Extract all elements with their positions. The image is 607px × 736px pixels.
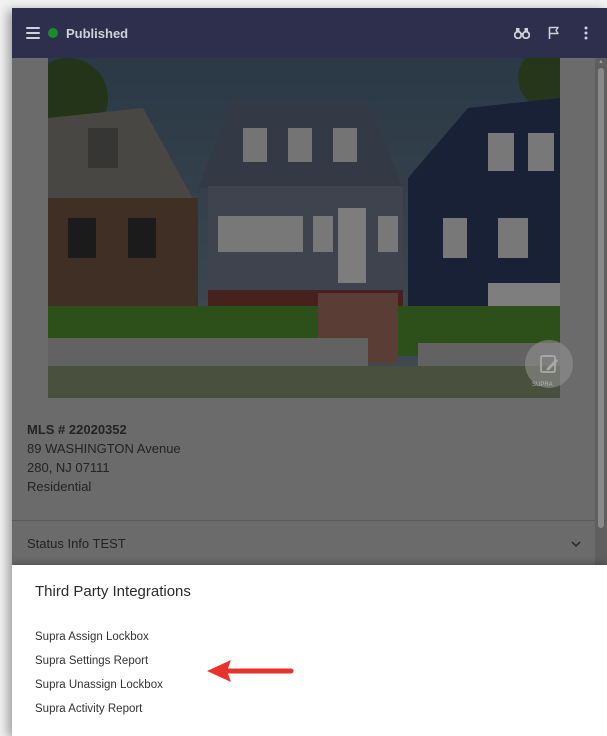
status-info-label: Status Info TEST [27,536,126,551]
sheet-title: Third Party Integrations [35,583,191,600]
chevron-down-icon [570,536,582,551]
appbar-actions [513,24,595,42]
binoculars-icon[interactable] [513,24,531,42]
property-photo[interactable] [48,58,560,398]
flag-icon[interactable] [545,24,563,42]
menu-item-supra-activity-report[interactable]: Supra Activity Report [35,697,163,721]
menu-item-supra-unassign-lockbox[interactable]: Supra Unassign Lockbox [35,673,163,697]
top-app-bar: Published [12,8,607,58]
status-info-accordion[interactable]: Status Info TEST [27,536,582,551]
address-line-1: 89 WASHINGTON Avenue [27,441,181,456]
annotation-arrow-icon [205,658,295,689]
listing-detail-panel: SUPRA MLS # 22020352 89 WASHINGTON Avenu… [12,58,607,567]
status-dot [48,28,58,38]
menu-icon[interactable] [26,27,40,39]
menu-item-supra-assign-lockbox[interactable]: Supra Assign Lockbox [35,625,163,649]
scroll-up-icon[interactable]: ▲ [598,59,604,65]
photo-scrim [48,58,560,398]
fab-label: SUPRA [532,382,553,388]
third-party-integrations-sheet: Third Party Integrations Supra Assign Lo… [12,565,607,736]
more-vert-icon[interactable] [577,24,595,42]
screenshot-canvas: Published SUPRA MLS # 22020352 89 WASHIN… [0,0,607,736]
mls-number: MLS # 22020352 [27,422,127,437]
app-window: Published SUPRA MLS # 22020352 89 WASHIN… [12,8,607,736]
section-divider [12,520,595,521]
property-type: Residential [27,479,92,494]
menu-item-supra-settings-report[interactable]: Supra Settings Report [35,649,163,673]
edit-icon [540,355,558,373]
status-label: Published [66,25,129,41]
listing-summary: MLS # 22020352 89 WASHINGTON Avenue 280,… [27,420,181,496]
scrollbar-thumb[interactable] [598,68,604,528]
scrollbar[interactable]: ▲ [595,58,607,567]
integration-menu: Supra Assign Lockbox Supra Settings Repo… [35,625,163,721]
supra-action-button[interactable] [525,340,573,388]
address-line-2: 280, NJ 07111 [27,460,110,475]
